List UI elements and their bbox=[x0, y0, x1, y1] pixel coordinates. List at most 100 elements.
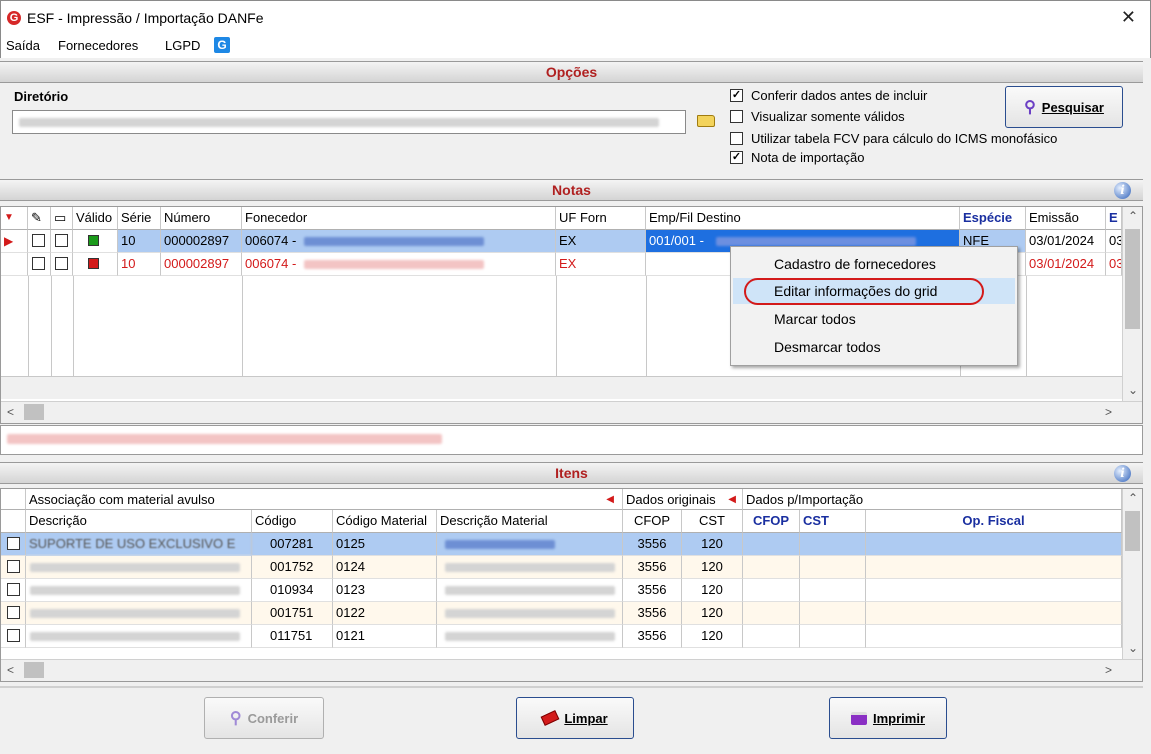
imprimir-button-label: Imprimir bbox=[872, 710, 925, 726]
option-label-importacao: Nota de importação bbox=[751, 150, 865, 165]
row-checkbox[interactable] bbox=[1, 625, 26, 648]
conferir-button[interactable]: ⚲ Conferir bbox=[204, 697, 324, 739]
table-row[interactable]: 001752 0124 3556 120 bbox=[1, 556, 1122, 579]
col-uf-forn[interactable]: UF Forn bbox=[556, 207, 646, 230]
scroll-down-icon[interactable]: ⌄ bbox=[1128, 383, 1138, 397]
scroll-up-icon[interactable]: ⌃ bbox=[1128, 491, 1138, 505]
col-cfop[interactable]: CFOP bbox=[623, 510, 682, 533]
row-numero: 000002897 bbox=[161, 230, 242, 253]
scroll-right-icon[interactable]: > bbox=[1105, 663, 1112, 677]
collapse-arrow-icon[interactable]: ◀ bbox=[728, 489, 736, 509]
notas-hscroll[interactable]: < > bbox=[1, 401, 1142, 423]
col-numero[interactable]: Número bbox=[161, 207, 242, 230]
itens-hscroll[interactable]: < > bbox=[1, 659, 1142, 681]
row-fornecedor-code: 006074 - bbox=[245, 233, 297, 248]
search-icon: ⚲ bbox=[229, 710, 242, 727]
grid-line bbox=[1026, 276, 1027, 376]
col-spacer bbox=[1, 510, 26, 533]
row-check-a[interactable] bbox=[28, 230, 51, 253]
scroll-right-icon[interactable]: > bbox=[1105, 405, 1112, 419]
col-descricao-material[interactable]: Descrição Material bbox=[437, 510, 623, 533]
row-op-fiscal bbox=[866, 556, 1122, 579]
title-bar: G ESF - Impressão / Importação DANFe ✕ bbox=[0, 0, 1151, 34]
menu-item-desmarcar-todos[interactable]: Desmarcar todos bbox=[733, 334, 1015, 360]
menu-item-marcar-todos[interactable]: Marcar todos bbox=[733, 306, 1015, 332]
info-icon[interactable]: i bbox=[1114, 182, 1131, 199]
scroll-up-icon[interactable]: ⌃ bbox=[1128, 209, 1138, 223]
collapse-arrow-icon[interactable]: ◀ bbox=[606, 489, 614, 509]
signed-icon: ✎ bbox=[28, 207, 51, 230]
col-extra[interactable]: E bbox=[1106, 207, 1122, 230]
row-codigo: 010934 bbox=[252, 579, 333, 602]
scroll-thumb[interactable] bbox=[24, 662, 44, 678]
limpar-button[interactable]: Limpar bbox=[516, 697, 634, 739]
redacted bbox=[30, 586, 240, 595]
row-check-b[interactable] bbox=[51, 230, 73, 253]
table-row[interactable]: 011751 0121 3556 120 bbox=[1, 625, 1122, 648]
scroll-down-icon[interactable]: ⌄ bbox=[1128, 641, 1138, 655]
menu-item-cadastro-fornecedores[interactable]: Cadastro de fornecedores bbox=[733, 251, 1015, 277]
invalid-status-icon bbox=[73, 253, 118, 276]
option-checkbox-conferir[interactable]: ✓ bbox=[730, 89, 743, 102]
notas-vscroll[interactable]: ⌃ ⌄ bbox=[1122, 207, 1142, 401]
row-codigo-material: 0122 bbox=[333, 602, 437, 625]
col-valido[interactable]: Válido bbox=[73, 207, 118, 230]
option-checkbox-importacao[interactable]: ✓ bbox=[730, 151, 743, 164]
redacted bbox=[445, 632, 615, 641]
itens-grid: Associação com material avulso ◀ Dados o… bbox=[0, 488, 1143, 682]
row-checkbox[interactable] bbox=[1, 533, 26, 556]
sort-arrow-icon[interactable]: ▼ bbox=[1, 207, 28, 230]
menu-fornecedores[interactable]: Fornecedores bbox=[58, 38, 138, 53]
row-checkbox[interactable] bbox=[1, 556, 26, 579]
table-row[interactable]: 001751 0122 3556 120 bbox=[1, 602, 1122, 625]
col-fornecedor[interactable]: Fonecedor bbox=[242, 207, 556, 230]
close-icon[interactable]: ✕ bbox=[1121, 7, 1136, 28]
row-checkbox[interactable] bbox=[1, 579, 26, 602]
table-row[interactable]: SUPORTE DE USO EXCLUSIVO E 007281 0125 3… bbox=[1, 533, 1122, 556]
col-emp-fil-destino[interactable]: Emp/Fil Destino bbox=[646, 207, 960, 230]
col-codigo[interactable]: Código bbox=[252, 510, 333, 533]
col-serie[interactable]: Série bbox=[118, 207, 161, 230]
grid-footer bbox=[1, 376, 1122, 399]
option-label-fcv: Utilizar tabela FCV para cálculo do ICMS… bbox=[751, 131, 1058, 146]
directory-input[interactable] bbox=[12, 110, 686, 134]
lgpd-icon[interactable]: G bbox=[214, 37, 230, 53]
col-codigo-material[interactable]: Código Material bbox=[333, 510, 437, 533]
row-codigo-material: 0121 bbox=[333, 625, 437, 648]
col-cst[interactable]: CST bbox=[682, 510, 743, 533]
row-check-a[interactable] bbox=[28, 253, 51, 276]
itens-vscroll[interactable]: ⌃ ⌄ bbox=[1122, 489, 1142, 659]
col-descricao[interactable]: Descrição bbox=[26, 510, 252, 533]
info-icon[interactable]: i bbox=[1114, 465, 1131, 482]
redacted bbox=[445, 540, 555, 549]
row-cfop-import bbox=[743, 625, 800, 648]
group-associacao: Associação com material avulso ◀ bbox=[26, 489, 623, 510]
row-cst: 120 bbox=[682, 625, 743, 648]
col-emissao[interactable]: Emissão bbox=[1026, 207, 1106, 230]
option-checkbox-validos[interactable] bbox=[730, 110, 743, 123]
search-button[interactable]: ⚲ Pesquisar bbox=[1005, 86, 1123, 128]
scroll-thumb[interactable] bbox=[1125, 229, 1140, 329]
scroll-left-icon[interactable]: < bbox=[7, 405, 14, 419]
scroll-thumb[interactable] bbox=[1125, 511, 1140, 551]
table-row[interactable]: 010934 0123 3556 120 bbox=[1, 579, 1122, 602]
col-cfop-import[interactable]: CFOP bbox=[743, 510, 800, 533]
menu-saida[interactable]: Saída bbox=[6, 38, 40, 53]
imprimir-button[interactable]: Imprimir bbox=[829, 697, 947, 739]
scroll-thumb[interactable] bbox=[24, 404, 44, 420]
row-cst-import bbox=[800, 533, 866, 556]
row-check-b[interactable] bbox=[51, 253, 73, 276]
row-descricao-material bbox=[437, 602, 623, 625]
group-spacer bbox=[1, 489, 26, 510]
menu-lgpd[interactable]: LGPD bbox=[165, 38, 200, 53]
search-icon: ⚲ bbox=[1024, 99, 1036, 116]
option-checkbox-fcv[interactable] bbox=[730, 132, 743, 145]
col-cst-import[interactable]: CST bbox=[800, 510, 866, 533]
opcoes-title: Opções bbox=[545, 64, 598, 80]
row-checkbox[interactable] bbox=[1, 602, 26, 625]
scroll-left-icon[interactable]: < bbox=[7, 663, 14, 677]
col-op-fiscal[interactable]: Op. Fiscal bbox=[866, 510, 1122, 533]
folder-icon[interactable] bbox=[697, 115, 715, 127]
col-especie[interactable]: Espécie bbox=[960, 207, 1026, 230]
row-descricao bbox=[26, 625, 252, 648]
